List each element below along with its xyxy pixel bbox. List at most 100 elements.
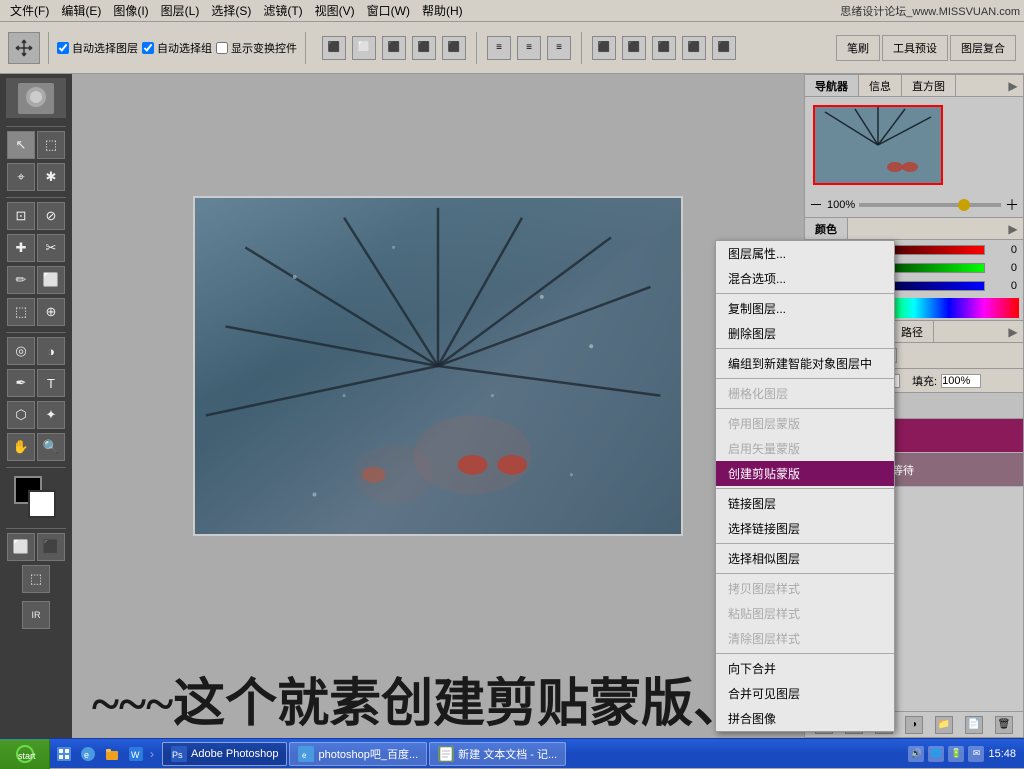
taskbar-item-notepad[interactable]: 新建 文本文档 - 记...	[429, 742, 566, 766]
screen-mode-btn[interactable]: ⬚	[22, 565, 50, 593]
start-button[interactable]: start	[0, 739, 50, 769]
selection-tool-btn[interactable]: ⬚	[37, 131, 65, 159]
ctx-group-smart[interactable]: 编组到新建智能对象图层中	[716, 351, 894, 376]
fill-tool-btn[interactable]: ⊕	[37, 298, 65, 326]
layers-options-btn[interactable]: ▶	[1003, 325, 1023, 339]
main-canvas[interactable]	[193, 196, 683, 536]
move-tool-icon[interactable]	[8, 32, 40, 64]
eyedrop-tools: ✋ 🔍	[7, 433, 65, 461]
align-icon2[interactable]: ≡	[517, 36, 541, 60]
folder-icon[interactable]	[102, 744, 122, 764]
tab-color[interactable]: 颜色	[805, 218, 848, 239]
menu-image[interactable]: 图像(I)	[107, 0, 154, 21]
tool-preset-btn[interactable]: 工具预设	[882, 35, 948, 61]
crop-tool-btn[interactable]: ⊡	[7, 202, 35, 230]
ie-icon[interactable]: e	[78, 744, 98, 764]
quickmask-btn[interactable]: ⬛	[37, 533, 65, 561]
tool-sep1	[6, 126, 66, 127]
zoom-out-icon[interactable]: －	[809, 195, 823, 215]
layer-new-btn[interactable]: 📄	[965, 716, 983, 734]
lasso-tool-btn[interactable]: ⌖	[7, 163, 35, 191]
arrange-icon1[interactable]: ⬛	[592, 36, 616, 60]
ctx-flatten[interactable]: 拼合图像	[716, 706, 894, 731]
menu-help[interactable]: 帮助(H)	[416, 0, 469, 21]
arrange-icon5[interactable]: ⬛	[712, 36, 736, 60]
tab-histogram[interactable]: 直方图	[902, 75, 956, 96]
arrange-icon4[interactable]: ⬛	[682, 36, 706, 60]
ctx-blend-options[interactable]: 混合选项...	[716, 266, 894, 291]
magic-wand-btn[interactable]: ✱	[37, 163, 65, 191]
clone-tool-btn[interactable]: ✂	[37, 234, 65, 262]
background-color[interactable]	[28, 490, 56, 518]
ctx-merge-visible[interactable]: 合并可见图层	[716, 681, 894, 706]
move-tool-btn[interactable]: ↖	[7, 131, 35, 159]
quicklaunch-arrow: ›	[150, 747, 154, 761]
distribute-icon3[interactable]: ⬛	[442, 36, 466, 60]
show-desktop-btn[interactable]	[54, 744, 74, 764]
eraser-btn[interactable]: ⬚	[7, 298, 35, 326]
layer-comp-btn[interactable]: 图层复合	[950, 35, 1016, 61]
fill-input[interactable]	[941, 374, 981, 388]
standard-mode-btn[interactable]: ⬜	[7, 533, 35, 561]
auto-select-group-checkbox[interactable]: 自动选择组	[142, 40, 212, 56]
transform-icon1[interactable]: ⬛	[322, 36, 346, 60]
tab-navigator[interactable]: 导航器	[805, 75, 859, 96]
menu-view[interactable]: 视图(V)	[309, 0, 361, 21]
shape-tool-btn[interactable]: ⬡	[7, 401, 35, 429]
tool-sep4	[6, 467, 66, 468]
zoom-slider[interactable]	[859, 203, 1001, 207]
context-menu: 图层属性... 混合选项... 复制图层... 删除图层 编组到新建智能对象图层…	[715, 240, 895, 732]
taskbar-item-ps[interactable]: Ps Adobe Photoshop	[162, 742, 287, 766]
tab-info[interactable]: 信息	[859, 75, 902, 96]
notes-tool-btn[interactable]: ✦	[37, 401, 65, 429]
navigator-options-btn[interactable]: ▶	[1003, 79, 1023, 93]
eyedrop-btn[interactable]: ✋	[7, 433, 35, 461]
transform-icon2[interactable]: ⬜	[352, 36, 376, 60]
ctx-select-similar[interactable]: 选择相似图层	[716, 546, 894, 571]
arrange-icon3[interactable]: ⬛	[652, 36, 676, 60]
type-tool-btn[interactable]: T	[37, 369, 65, 397]
history-brush-btn[interactable]: ⬜	[37, 266, 65, 294]
heal-tool-btn[interactable]: ✚	[7, 234, 35, 262]
zoom-thumb[interactable]	[958, 199, 970, 211]
auto-select-layer-checkbox[interactable]: 自动选择图层	[57, 40, 138, 56]
ctx-link-layers[interactable]: 链接图层	[716, 491, 894, 516]
menu-window[interactable]: 窗口(W)	[361, 0, 416, 21]
menu-select[interactable]: 选择(S)	[205, 0, 257, 21]
ctx-sep5	[716, 488, 894, 489]
align-icon1[interactable]: ≡	[487, 36, 511, 60]
pen-tool-btn[interactable]: ✒	[7, 369, 35, 397]
distribute-icon1[interactable]: ⬛	[382, 36, 406, 60]
zoom-tool-btn[interactable]: 🔍	[37, 433, 65, 461]
brush-tool-btn[interactable]: ✏	[7, 266, 35, 294]
tab-paths[interactable]: 路径	[891, 321, 934, 342]
layer-delete-btn[interactable]: 🗑	[995, 716, 1013, 734]
ctx-layer-properties[interactable]: 图层属性...	[716, 241, 894, 266]
distribute-icon2[interactable]: ⬛	[412, 36, 436, 60]
imageready-btn[interactable]: IR	[22, 601, 50, 629]
menu-filter[interactable]: 滤镜(T)	[257, 0, 308, 21]
taskbar-ps-label: Adobe Photoshop	[191, 748, 278, 760]
ctx-duplicate-layer[interactable]: 复制图层...	[716, 296, 894, 321]
align-icon3[interactable]: ≡	[547, 36, 571, 60]
ctx-create-clipping-mask[interactable]: 创建剪贴蒙版	[716, 461, 894, 486]
notepad-taskbar-icon	[438, 746, 454, 762]
show-transform-checkbox[interactable]: 显示变换控件	[216, 40, 297, 56]
ctx-delete-layer[interactable]: 删除图层	[716, 321, 894, 346]
layer-adj-btn[interactable]: ◑	[905, 716, 923, 734]
dodge-tool-btn[interactable]: ◑	[37, 337, 65, 365]
menu-file[interactable]: 文件(F)	[4, 0, 55, 21]
taskbar-item-browser[interactable]: e photoshop吧_百度...	[289, 742, 427, 766]
menu-layer[interactable]: 图层(L)	[155, 0, 206, 21]
blur-tool-btn[interactable]: ◎	[7, 337, 35, 365]
brush-preset-btn[interactable]: 笔刷	[836, 35, 880, 61]
slice-tool-btn[interactable]: ⊘	[37, 202, 65, 230]
color-options-btn[interactable]: ▶	[1003, 222, 1023, 236]
arrange-icon2[interactable]: ⬛	[622, 36, 646, 60]
quicklaunch-icon4[interactable]: W	[126, 744, 146, 764]
zoom-in-icon[interactable]: ＋	[1005, 195, 1019, 215]
layer-group-btn[interactable]: 📁	[935, 716, 953, 734]
ctx-merge-down[interactable]: 向下合并	[716, 656, 894, 681]
ctx-select-linked[interactable]: 选择链接图层	[716, 516, 894, 541]
menu-edit[interactable]: 编辑(E)	[55, 0, 107, 21]
